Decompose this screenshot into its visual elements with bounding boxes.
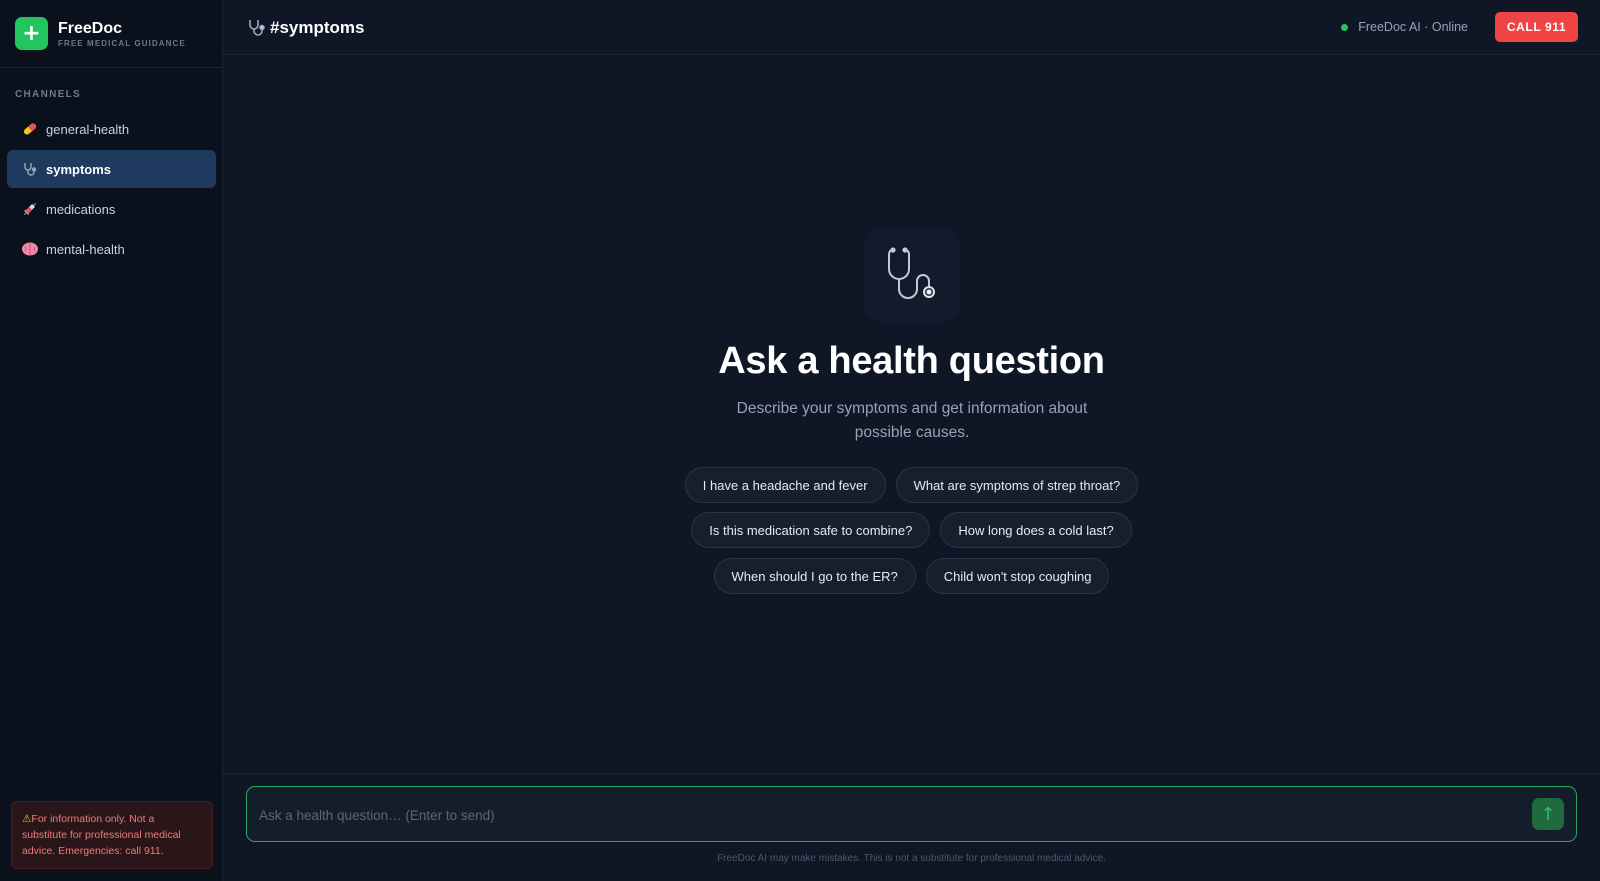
- brand-tagline: FREE MEDICAL GUIDANCE: [58, 38, 186, 48]
- suggestion-chip[interactable]: Child won't stop coughing: [925, 558, 1110, 594]
- stethoscope-icon: [864, 227, 960, 323]
- suggestion-chip[interactable]: When should I go to the ER?: [713, 558, 916, 594]
- suggestion-chip[interactable]: Is this medication safe to combine?: [691, 512, 931, 548]
- suggestion-chip[interactable]: What are symptoms of strep throat?: [895, 467, 1139, 503]
- composer-area: ↑ FreeDoc AI may make mistakes. This is …: [223, 773, 1600, 881]
- ai-status: FreeDoc AI · Online: [1341, 20, 1468, 34]
- plus-icon: +: [15, 17, 48, 50]
- channel-item-mental-health[interactable]: mental-health: [7, 230, 216, 268]
- suggestion-row: Is this medication safe to combine? How …: [223, 512, 1600, 548]
- suggestion-chip[interactable]: I have a headache and fever: [684, 467, 886, 503]
- message-input[interactable]: [259, 804, 1499, 826]
- empty-state-subtitle: Describe your symptoms and get informati…: [736, 400, 1088, 441]
- page-title: #symptoms: [270, 18, 365, 37]
- pill-icon: [20, 119, 40, 139]
- suggestion-row: I have a headache and fever What are sym…: [223, 467, 1600, 503]
- footer-disclaimer: FreeDoc AI may make mistakes. This is no…: [717, 853, 1106, 864]
- stethoscope-icon: [20, 159, 40, 179]
- call-911-button[interactable]: CALL 911: [1495, 12, 1578, 42]
- sidebar-disclaimer: ⚠For information only. Not a substitute …: [11, 801, 213, 869]
- brain-icon: [20, 239, 40, 259]
- online-dot-icon: [1341, 23, 1349, 31]
- disclaimer-text: For information only. Not a substitute f…: [22, 813, 181, 857]
- stethoscope-icon: [249, 20, 265, 36]
- channel-list: general-health symptoms medications ment…: [7, 110, 216, 270]
- brand-header: + FreeDoc FREE MEDICAL GUIDANCE: [0, 0, 222, 68]
- message-composer: ↑: [246, 786, 1577, 842]
- channel-item-medications[interactable]: medications: [7, 190, 216, 228]
- empty-state-title: Ask a health question: [718, 340, 1105, 382]
- syringe-icon: [20, 199, 40, 219]
- arrow-up-icon: ↑: [1540, 803, 1556, 825]
- channel-label: mental-health: [46, 241, 125, 257]
- channel-title-wrap: #symptoms: [246, 17, 364, 39]
- channel-label: medications: [46, 201, 116, 217]
- channels-section-title: CHANNELS: [15, 89, 81, 100]
- channel-item-symptoms[interactable]: symptoms: [7, 150, 216, 188]
- warning-icon: ⚠: [22, 813, 32, 825]
- brand-text: FreeDoc FREE MEDICAL GUIDANCE: [58, 20, 186, 48]
- suggestion-chip[interactable]: How long does a cold last?: [940, 512, 1132, 548]
- channel-item-general-health[interactable]: general-health: [7, 110, 216, 148]
- sidebar: + FreeDoc FREE MEDICAL GUIDANCE CHANNELS…: [0, 0, 223, 881]
- suggestion-row: When should I go to the ER? Child won't …: [223, 558, 1600, 594]
- channel-label: symptoms: [46, 161, 112, 177]
- channel-header: #symptoms FreeDoc AI · Online CALL 911: [223, 0, 1600, 55]
- status-text: FreeDoc AI · Online: [1358, 20, 1468, 34]
- channel-label: general-health: [46, 121, 130, 137]
- send-button[interactable]: ↑: [1532, 798, 1564, 830]
- brand-name: FreeDoc: [58, 19, 123, 37]
